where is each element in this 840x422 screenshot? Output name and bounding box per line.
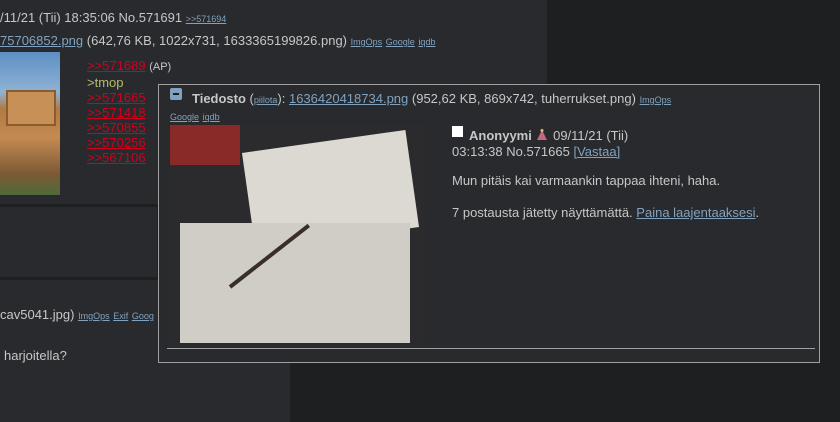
post-date-number: /11/21 (Tii) 18:35:06 No.571691 xyxy=(0,10,183,25)
reply-link[interactable]: [Vastaa] xyxy=(573,144,620,159)
post-header: /11/21 (Tii) 18:35:06 No.571691 >>571694 xyxy=(0,10,226,25)
post-preview-popup: Tiedosto (piilota): 1636420418734.png (9… xyxy=(158,84,820,363)
divider xyxy=(167,348,815,349)
file-meta: cav5041.jpg) xyxy=(0,307,75,322)
file-info: Tiedosto (piilota): 1636420418734.png (9… xyxy=(192,91,672,106)
ap-label: (AP) xyxy=(149,61,172,73)
post-backlink[interactable]: >>571694 xyxy=(186,14,227,24)
iqdb-link[interactable]: iqdb xyxy=(418,37,435,47)
omitted-text: 7 postausta jätetty näyttämättä. xyxy=(452,205,633,220)
iqdb-link[interactable]: iqdb xyxy=(203,112,220,122)
file-meta: (952,62 KB, 869x742, tuherrukset.png) xyxy=(411,91,636,106)
poster-name: Anonyymi xyxy=(469,128,532,143)
background-post-fragment xyxy=(0,207,157,277)
file-label: Tiedosto xyxy=(192,91,246,106)
file-tools: Google iqdb xyxy=(170,108,220,123)
hide-post-icon[interactable] xyxy=(170,88,182,100)
post-thumbnail[interactable] xyxy=(0,52,60,195)
file-link[interactable]: 1636420418734.png xyxy=(289,91,408,106)
google-link[interactable]: Goog xyxy=(132,311,154,321)
post-message: harjoitella? xyxy=(4,348,67,363)
post-select-checkbox[interactable] xyxy=(452,126,463,137)
hide-file-link[interactable]: piilota xyxy=(254,95,278,105)
google-link[interactable]: Google xyxy=(386,37,415,47)
imgops-link[interactable]: ImgOps xyxy=(640,95,672,105)
quote-link[interactable]: >>571689 xyxy=(87,58,146,73)
expand-thread-link[interactable]: Paina laajentaaksesi xyxy=(636,205,755,220)
post-time-number: 03:13:38 No.571665 xyxy=(452,144,570,159)
post-image-thumbnail[interactable] xyxy=(170,125,425,343)
imgops-link[interactable]: ImgOps xyxy=(351,37,383,47)
file-meta: (642,76 KB, 1022x731, 1633365199826.png) xyxy=(86,33,348,48)
exif-link[interactable]: Exif xyxy=(113,311,128,321)
post-author-line: Anonyymi 09/11/21 (Tii) xyxy=(469,128,628,143)
post-message: Mun pitäis kai varmaankin tappaa ihteni,… xyxy=(452,173,721,188)
post-date: 09/11/21 (Tii) xyxy=(553,128,629,143)
omitted-notice: 7 postausta jätetty näyttämättä. Paina l… xyxy=(452,205,760,220)
google-link[interactable]: Google xyxy=(170,112,199,122)
file-link[interactable]: 75706852.png xyxy=(0,33,83,48)
party-hat-icon xyxy=(537,129,548,140)
file-info: cav5041.jpg) ImgOps Exif Goog xyxy=(0,307,154,322)
file-info: 75706852.png (642,76 KB, 1022x731, 16333… xyxy=(0,33,435,48)
post-number-line: 03:13:38 No.571665 [Vastaa] xyxy=(452,144,620,159)
imgops-link[interactable]: ImgOps xyxy=(78,311,110,321)
